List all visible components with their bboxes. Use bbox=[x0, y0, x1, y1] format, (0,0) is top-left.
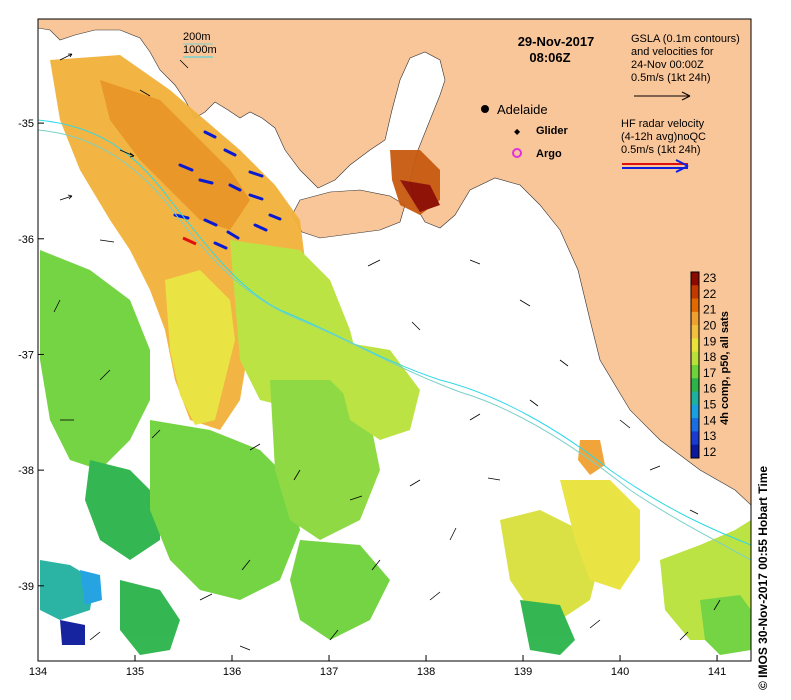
colorbar-tick-label: 13 bbox=[703, 429, 717, 443]
y-tick-label: -35 bbox=[18, 118, 34, 130]
adelaide-marker bbox=[481, 105, 489, 113]
colorbar-tick-label: 21 bbox=[703, 303, 717, 317]
colorbar-swatch bbox=[691, 338, 699, 353]
x-tick-label: 136 bbox=[223, 666, 241, 678]
x-tick-label: 139 bbox=[514, 666, 532, 678]
colorbar-swatch bbox=[691, 285, 699, 300]
colorbar-tick-label: 12 bbox=[703, 445, 717, 459]
hf-radar-line-2: (4-12h avg)noQC bbox=[621, 131, 706, 143]
colorbar-tick-label: 19 bbox=[703, 334, 717, 348]
colorbar-title: 4h comp, p50, all sats bbox=[719, 311, 731, 425]
colorbar-swatch bbox=[691, 378, 699, 393]
colorbar-tick-label: 22 bbox=[703, 287, 717, 301]
x-tick-label: 141 bbox=[708, 666, 726, 678]
sst-map: 134 135 136 137 138 139 140 141 -35 -36 -37 -38 -39… bbox=[18, 18, 752, 678]
x-tick-label: 138 bbox=[417, 666, 435, 678]
colorbar-tick-label: 23 bbox=[703, 271, 717, 285]
colorbar-tick-label: 20 bbox=[703, 318, 717, 332]
colorbar-tick-label: 17 bbox=[703, 366, 717, 380]
glider-label: Glider bbox=[536, 125, 569, 137]
colorbar-swatch bbox=[691, 325, 699, 339]
colorbar-swatch bbox=[691, 391, 699, 406]
colorbar: 23 22 2120 19 18 17 16 1514 13 12 bbox=[690, 271, 717, 459]
gsla-line-4: 0.5m/s (1kt 24h) bbox=[631, 72, 710, 84]
colorbar-swatch bbox=[691, 272, 699, 286]
argo-label: Argo bbox=[536, 148, 562, 160]
colorbar-swatch bbox=[691, 351, 699, 366]
gsla-line-2: and velocities for bbox=[631, 46, 714, 58]
colorbar-tick-label: 16 bbox=[703, 382, 717, 396]
map-date: 29-Nov-2017 bbox=[518, 34, 595, 49]
colorbar-tick-label: 14 bbox=[703, 413, 717, 427]
gsla-line-3: 24-Nov 00:00Z bbox=[631, 59, 704, 71]
colorbar-tick-label: 18 bbox=[703, 350, 717, 364]
colorbar-swatch bbox=[691, 444, 699, 459]
x-tick-label: 140 bbox=[611, 666, 629, 678]
hf-radar-line-1: HF radar velocity bbox=[621, 118, 705, 130]
colorbar-swatch bbox=[691, 311, 699, 326]
credit-label: © IMOS 30-Nov-2017 00:55 Hobart Time bbox=[756, 465, 770, 690]
colorbar-tick-label: 15 bbox=[703, 398, 717, 412]
y-tick-label: -39 bbox=[18, 581, 34, 593]
glider-marker: ◆ bbox=[514, 127, 521, 136]
map-time: 08:06Z bbox=[529, 50, 570, 65]
colorbar-swatch bbox=[691, 298, 699, 313]
x-tick-label: 137 bbox=[320, 666, 338, 678]
bathy-legend-200m: 200m bbox=[183, 31, 211, 43]
x-tick-label: 135 bbox=[126, 666, 144, 678]
colorbar-swatch bbox=[691, 404, 699, 419]
y-tick-label: -36 bbox=[18, 234, 34, 246]
colorbar-swatch bbox=[691, 365, 699, 379]
gsla-line-1: GSLA (0.1m contours) bbox=[631, 33, 740, 45]
x-tick-label: 134 bbox=[29, 666, 47, 678]
y-tick-label: -38 bbox=[18, 465, 34, 477]
colorbar-swatch bbox=[691, 431, 699, 446]
bathy-legend-1000m: 1000m bbox=[183, 44, 217, 56]
hf-radar-line-3: 0.5m/s (1kt 24h) bbox=[621, 144, 700, 156]
colorbar-swatch bbox=[691, 418, 699, 432]
y-tick-label: -37 bbox=[18, 349, 34, 361]
city-label: Adelaide bbox=[497, 102, 548, 117]
